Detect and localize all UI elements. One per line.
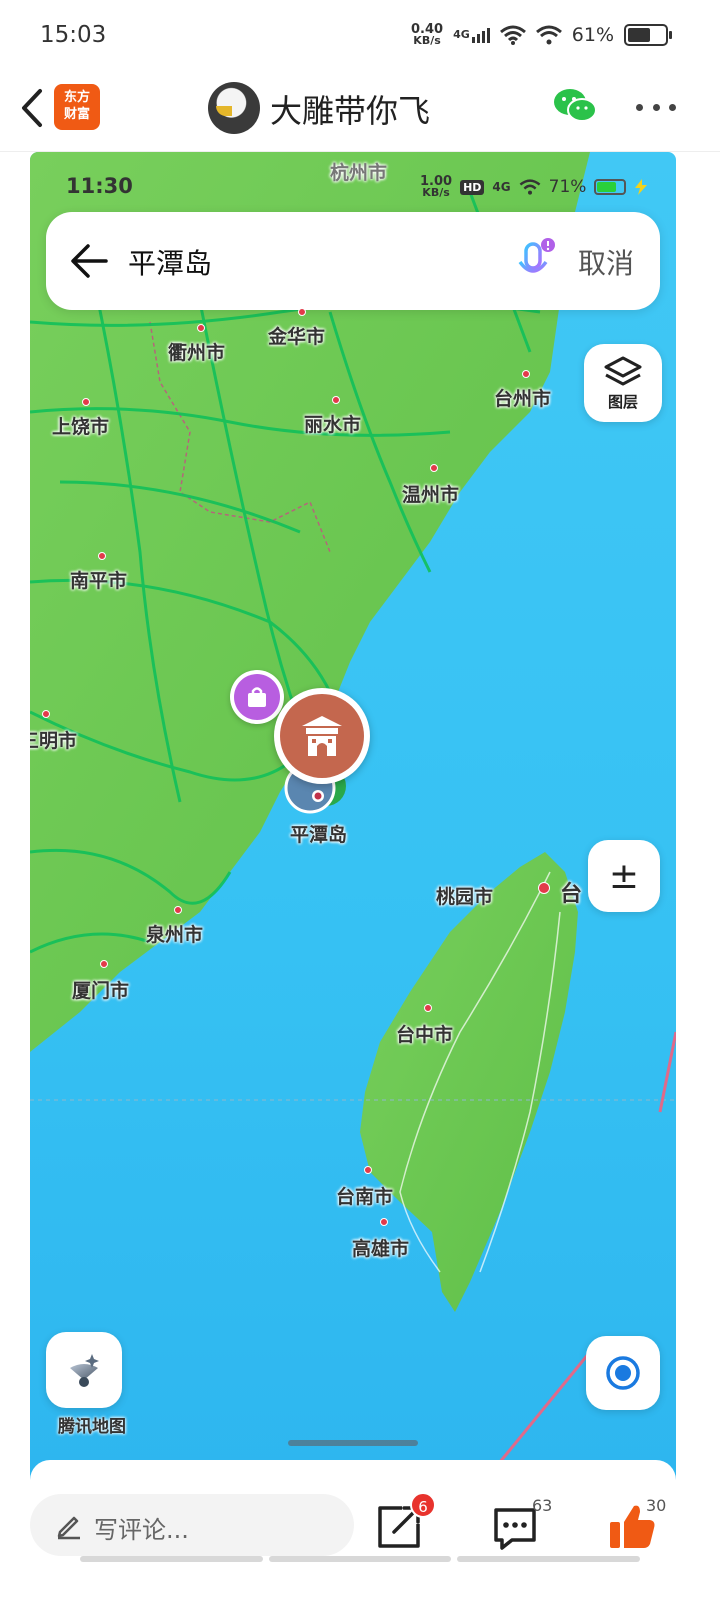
- inner-network-type: 4G: [492, 180, 511, 194]
- search-query[interactable]: 平潭岛: [128, 242, 212, 282]
- avatar[interactable]: [208, 82, 260, 134]
- charging-icon: [635, 179, 648, 195]
- city-label-taizhou[interactable]: 台州市: [494, 384, 551, 411]
- scroll-indicator: [80, 1556, 641, 1562]
- city-label-taoyuan[interactable]: 桃园市: [436, 882, 493, 909]
- inner-net-speed: 1.00 KB/s: [420, 175, 452, 199]
- cancel-button[interactable]: 取消: [578, 242, 634, 282]
- hd-badge: HD: [460, 179, 485, 195]
- comments-count: 63: [532, 1496, 553, 1515]
- net-speed-unit: KB/s: [413, 34, 441, 47]
- sparkle-icon: [70, 1354, 99, 1387]
- app-logo[interactable]: 东方 财富: [54, 84, 100, 130]
- city-dot: [42, 710, 50, 718]
- city-label-pingtan[interactable]: 平潭岛: [290, 820, 347, 847]
- city-label-wenzhou[interactable]: 温州市: [402, 480, 459, 507]
- gate-tower-icon: [302, 716, 342, 756]
- logo-line-1: 东方: [63, 90, 90, 105]
- layers-label: 图层: [607, 392, 638, 411]
- city-dot: [298, 308, 306, 316]
- zoom-button[interactable]: ±: [588, 840, 660, 912]
- share-count-badge: 6: [410, 1492, 436, 1518]
- city-dot: [100, 960, 108, 968]
- more-options-icon[interactable]: [636, 92, 676, 122]
- wechat-icon[interactable]: [552, 86, 598, 126]
- city-dot: [197, 324, 205, 332]
- inner-wifi-icon: [519, 179, 540, 195]
- locate-icon: [606, 1356, 640, 1390]
- inner-battery-icon: [594, 179, 627, 195]
- microphone-icon[interactable]: [514, 236, 556, 286]
- city-dot: [380, 1218, 388, 1226]
- net-speed: 0.40 KB/s: [411, 23, 443, 47]
- tencent-maps-label: 腾讯地图: [58, 1417, 126, 1437]
- comment-placeholder: 写评论...: [94, 1516, 189, 1544]
- layers-icon: [604, 356, 642, 385]
- pencil-icon: [57, 1516, 80, 1540]
- network-type: 4G: [453, 27, 470, 41]
- shopping-marker[interactable]: [230, 670, 284, 724]
- inner-net-speed-unit: KB/s: [422, 186, 450, 199]
- status-bar: 15:03 0.40 KB/s 4G 61%: [0, 0, 720, 72]
- city-label-quzhou[interactable]: 衢州市: [168, 338, 225, 365]
- home-indicator: [288, 1440, 418, 1446]
- signal-icon: 4G: [453, 27, 490, 43]
- city-dot: [82, 398, 90, 406]
- scenic-spot-marker[interactable]: [274, 688, 370, 784]
- city-label-tai[interactable]: 台: [560, 876, 582, 908]
- wifi-icon: [499, 25, 526, 45]
- status-time: 15:03: [40, 22, 107, 48]
- chevron-left-icon: [22, 89, 42, 127]
- zoom-label: ±: [608, 855, 640, 897]
- city-label-xiamen[interactable]: 厦门市: [72, 976, 129, 1003]
- city-label-hangzhou[interactable]: 杭州市: [330, 158, 387, 185]
- map-canvas[interactable]: [30, 152, 676, 1482]
- city-dot: [364, 1166, 372, 1174]
- map-search-bar[interactable]: 平潭岛 取消: [46, 212, 660, 310]
- city-dot: [430, 464, 438, 472]
- city-label-kaohsiung[interactable]: 高雄市: [352, 1234, 409, 1261]
- shopping-bag-icon: [248, 687, 266, 707]
- back-button[interactable]: [12, 84, 52, 132]
- layers-button[interactable]: 图层: [584, 344, 662, 422]
- ai-assistant-button[interactable]: [46, 1332, 122, 1408]
- bottom-action-bar: 写评论... 6 63 30: [0, 1482, 720, 1600]
- city-dot: [174, 906, 182, 914]
- map-screenshot: 11:30 1.00 KB/s HD 4G 71% 平潭岛 取消 图层 ± 杭州…: [30, 152, 676, 1482]
- city-label-nanping[interactable]: 南平市: [70, 566, 127, 593]
- comment-input[interactable]: 写评论...: [30, 1494, 354, 1556]
- city-dot: [522, 370, 530, 378]
- inner-status-time: 11:30: [66, 174, 133, 198]
- wifi-icon-2: [535, 25, 562, 45]
- arrow-left-icon[interactable]: [66, 238, 112, 284]
- locate-button[interactable]: [586, 1336, 660, 1410]
- city-label-lishui[interactable]: 丽水市: [304, 410, 361, 437]
- city-label-taichung[interactable]: 台中市: [396, 1020, 453, 1047]
- city-dot: [332, 396, 340, 404]
- inner-status-icons: 1.00 KB/s HD 4G 71%: [420, 175, 648, 199]
- author-name[interactable]: 大雕带你飞: [270, 86, 430, 132]
- city-dot: [424, 1004, 432, 1012]
- city-label-quanzhou[interactable]: 泉州市: [146, 920, 203, 947]
- city-dot: [98, 552, 106, 560]
- city-label-jinhua[interactable]: 金华市: [268, 322, 325, 349]
- battery-icon: [624, 24, 672, 46]
- app-header: 东方 财富 大雕带你飞: [0, 72, 720, 152]
- inner-battery-percent: 71%: [548, 177, 587, 197]
- city-label-tainan[interactable]: 台南市: [336, 1182, 393, 1209]
- battery-percent: 61%: [571, 24, 614, 46]
- city-label-sanming[interactable]: 三明市: [30, 726, 77, 753]
- status-icons: 0.40 KB/s 4G 61%: [411, 23, 672, 47]
- bottom-sheet-handle[interactable]: [30, 1460, 676, 1482]
- city-dot: [538, 882, 550, 894]
- likes-count: 30: [646, 1496, 667, 1515]
- city-label-shangrao[interactable]: 上饶市: [52, 412, 109, 439]
- logo-line-2: 财富: [63, 107, 90, 122]
